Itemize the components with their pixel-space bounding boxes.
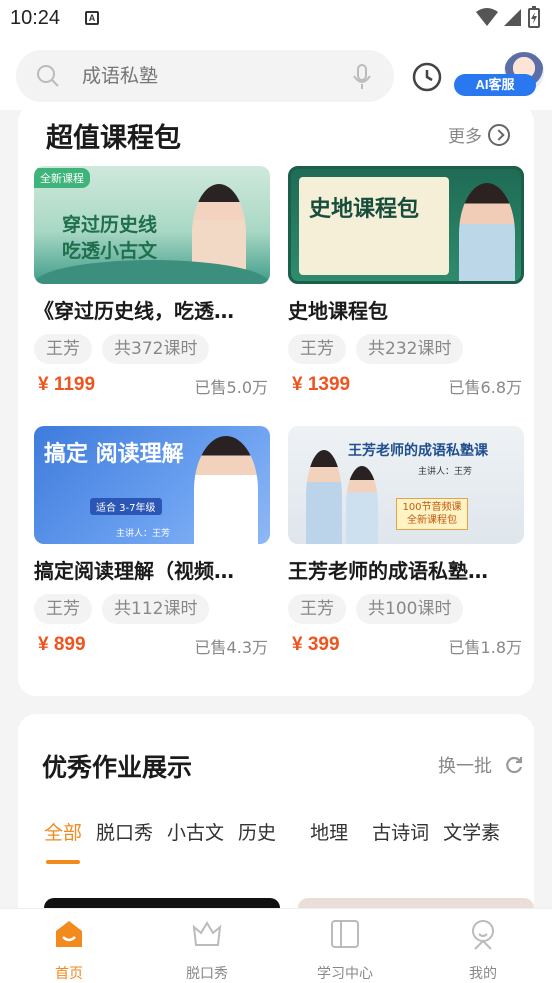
nav-talk-show-label: 脱口秀 bbox=[186, 966, 228, 982]
course-title: 《穿过历史线，吃透… bbox=[34, 299, 234, 323]
cover-lecturer: 主讲人：王芳 bbox=[116, 529, 171, 539]
price: ¥ 1399 bbox=[292, 374, 351, 395]
nav-study-center[interactable]: 学习中心 bbox=[276, 909, 414, 983]
refresh-icon bbox=[506, 756, 523, 774]
home-icon bbox=[56, 921, 82, 947]
tab-indicator bbox=[46, 860, 80, 864]
teacher-tag: 王芳 bbox=[288, 594, 346, 624]
course-cover: 搞定 阅读理解 适合 3-7年级 主讲人：王芳 bbox=[34, 426, 270, 544]
course-cover: 王芳老师的成语私塾课 主讲人：王芳 100节音频课全新课程包 bbox=[288, 426, 524, 544]
status-bar: 10:24 A bbox=[0, 0, 552, 38]
tab-geography[interactable]: 地理 bbox=[310, 818, 348, 845]
course-title: 史地课程包 bbox=[288, 299, 388, 323]
teacher-photo bbox=[459, 183, 515, 281]
cover-text: 史地课程包 bbox=[309, 197, 420, 222]
course-package-section: 超值课程包 更多 全新课程 穿过历史线 吃透小古文 《穿过历史线，吃透… 王芳 … bbox=[18, 104, 534, 696]
course-cover: 史地课程包 bbox=[288, 166, 524, 284]
tab-literature[interactable]: 文学素 bbox=[443, 818, 500, 845]
teacher-tag: 王芳 bbox=[34, 594, 92, 624]
nav-study-center-label: 学习中心 bbox=[317, 966, 373, 982]
lessons-tag: 共232课时 bbox=[356, 334, 464, 364]
signal-icon bbox=[504, 9, 521, 26]
teacher-photo bbox=[194, 436, 258, 544]
price: ¥ 899 bbox=[38, 634, 86, 655]
sold-count: 已售6.8万 bbox=[448, 378, 522, 397]
book-icon bbox=[331, 920, 359, 948]
notification-icon: A bbox=[85, 11, 99, 25]
status-time: 10:24 bbox=[10, 7, 61, 29]
course-title: 搞定阅读理解（视频… bbox=[34, 559, 234, 583]
section-title: 优秀作业展示 bbox=[42, 753, 193, 782]
cover-text: 王芳老师的成语私塾课 bbox=[348, 443, 488, 459]
ai-service-button[interactable]: AI客服 bbox=[454, 50, 546, 104]
teacher-photo bbox=[306, 450, 342, 544]
course-card[interactable]: 全新课程 穿过历史线 吃透小古文 《穿过历史线，吃透… 王芳 共372课时 ¥ … bbox=[34, 166, 270, 400]
nav-home[interactable]: 首页 bbox=[0, 909, 138, 983]
sold-count: 已售4.3万 bbox=[194, 638, 268, 657]
course-cover: 全新课程 穿过历史线 吃透小古文 bbox=[34, 166, 270, 284]
header: AI客服 bbox=[0, 38, 552, 110]
crown-icon bbox=[192, 921, 222, 946]
teacher-tag: 王芳 bbox=[34, 334, 92, 364]
sold-count: 已售5.0万 bbox=[194, 378, 268, 397]
nav-profile[interactable]: 我的 bbox=[414, 909, 552, 983]
cover-text: 搞定 阅读理解 bbox=[44, 442, 184, 467]
microphone-icon[interactable] bbox=[352, 64, 372, 90]
status-icons bbox=[476, 6, 540, 28]
cover-subtitle: 适合 3-7年级 bbox=[90, 498, 162, 515]
refresh-label: 换一批 bbox=[438, 756, 492, 777]
new-course-badge: 全新课程 bbox=[34, 168, 90, 188]
category-tabs: 全部 脱口秀 小古文 历史 地理 古诗词 文学素 bbox=[44, 818, 514, 845]
chevron-right-icon bbox=[488, 123, 510, 146]
more-button[interactable]: 更多 bbox=[448, 122, 510, 147]
tab-classical-prose[interactable]: 小古文 bbox=[167, 818, 224, 845]
lessons-tag: 共100课时 bbox=[356, 594, 464, 624]
price: ¥ 399 bbox=[292, 634, 340, 655]
lessons-tag: 共372课时 bbox=[102, 334, 210, 364]
refresh-button[interactable]: 换一批 bbox=[438, 752, 524, 778]
course-card[interactable]: 史地课程包 史地课程包 王芳 共232课时 ¥ 1399 已售6.8万 bbox=[288, 166, 524, 400]
teacher-tag: 王芳 bbox=[288, 334, 346, 364]
cover-subtitle: 100节音频课全新课程包 bbox=[396, 498, 468, 530]
nav-profile-label: 我的 bbox=[469, 966, 497, 982]
section-title: 超值课程包 bbox=[46, 123, 181, 154]
more-label: 更多 bbox=[448, 127, 482, 147]
sold-count: 已售1.8万 bbox=[448, 638, 522, 657]
history-icon[interactable] bbox=[412, 62, 442, 92]
course-title: 王芳老师的成语私塾… bbox=[288, 559, 488, 583]
tab-poetry[interactable]: 古诗词 bbox=[372, 818, 429, 845]
ai-service-label: AI客服 bbox=[454, 74, 536, 96]
tab-talk-show[interactable]: 脱口秀 bbox=[96, 818, 153, 845]
lessons-tag: 共112课时 bbox=[102, 594, 210, 624]
bottom-nav: 首页 脱口秀 学习中心 我的 bbox=[0, 908, 552, 983]
course-card[interactable]: 王芳老师的成语私塾课 主讲人：王芳 100节音频课全新课程包 王芳老师的成语私塾… bbox=[288, 426, 524, 660]
battery-icon bbox=[528, 6, 540, 28]
tab-all[interactable]: 全部 bbox=[44, 818, 82, 845]
course-card[interactable]: 搞定 阅读理解 适合 3-7年级 主讲人：王芳 搞定阅读理解（视频… 王芳 共1… bbox=[34, 426, 270, 660]
search-icon bbox=[37, 65, 59, 87]
student-photo bbox=[346, 466, 378, 544]
cover-text: 穿过历史线 吃透小古文 bbox=[62, 214, 158, 262]
search-bar[interactable] bbox=[16, 50, 394, 102]
cover-lecturer: 主讲人：王芳 bbox=[418, 467, 473, 477]
profile-icon bbox=[472, 920, 494, 950]
nav-talk-show[interactable]: 脱口秀 bbox=[138, 909, 276, 983]
price: ¥ 1199 bbox=[38, 374, 96, 395]
nav-home-label: 首页 bbox=[55, 966, 83, 982]
tab-history[interactable]: 历史 bbox=[238, 818, 276, 845]
wifi-icon bbox=[476, 8, 498, 26]
search-input[interactable] bbox=[82, 50, 342, 102]
